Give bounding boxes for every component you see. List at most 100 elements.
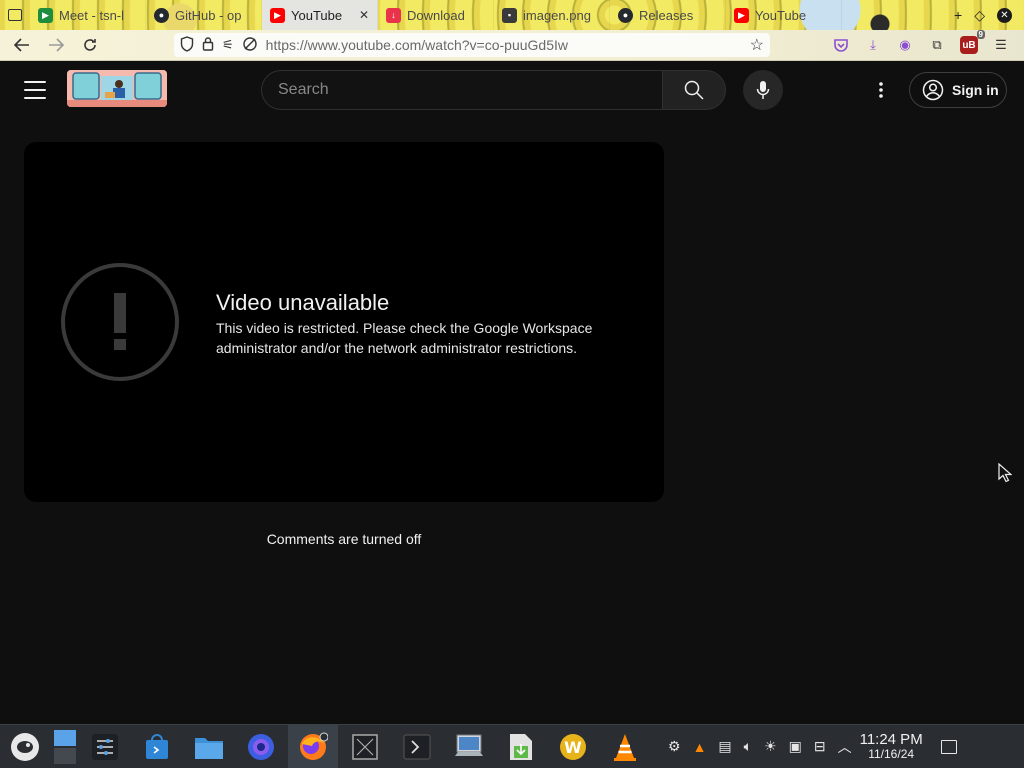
storage-device-icon[interactable]: ▣	[789, 738, 802, 755]
tab-imagen[interactable]: ▪ imagen.png	[494, 0, 610, 30]
settings-sliders-icon	[92, 733, 118, 760]
crop-screen-icon	[352, 733, 378, 760]
image-icon: ▪	[502, 7, 517, 23]
system-monitor-launcher[interactable]	[444, 725, 494, 768]
svg-text:W: W	[564, 738, 582, 757]
screenshot-tool-launcher[interactable]	[340, 725, 390, 768]
firefox-developer-icon	[248, 733, 274, 760]
opensuse-logo-icon	[11, 732, 39, 761]
system-settings-launcher[interactable]	[80, 725, 130, 768]
folder-icon	[195, 737, 223, 759]
tab-releases[interactable]: ● Releases	[610, 0, 726, 30]
tab-youtube-2[interactable]: ▶ YouTube	[726, 0, 842, 30]
taskbar: W ⚙ ▲ ▤ 🔈︎ ☀ ▣ ⊟ ︿ 11:24 PM 11/16/24	[0, 724, 1024, 768]
brightness-icon[interactable]: ☀	[764, 738, 777, 755]
url-bar[interactable]: ⚟ https://www.youtube.com/watch?v=co-puu…	[174, 33, 770, 57]
tab-github[interactable]: ● GitHub - op	[146, 0, 262, 30]
video-player[interactable]: Video unavailable This video is restrict…	[24, 142, 664, 502]
account-icon[interactable]: ◉	[896, 36, 914, 54]
navigation-bar: ⚟ https://www.youtube.com/watch?v=co-puu…	[0, 30, 1024, 61]
show-hidden-icons-chevron-icon[interactable]: ︿	[838, 737, 852, 757]
extensions-icon[interactable]: ⧉	[928, 36, 946, 54]
wps-office-launcher[interactable]: W	[548, 725, 598, 768]
firefox-developer-launcher[interactable]	[236, 725, 286, 768]
new-tab-button[interactable]: +	[954, 7, 962, 23]
tab-label: YouTube	[291, 7, 343, 23]
forward-button[interactable]	[42, 33, 70, 57]
package-install-icon	[510, 733, 532, 760]
comments-status: Comments are turned off	[266, 531, 422, 547]
virtual-desktop-pager[interactable]	[52, 725, 78, 768]
lock-icon[interactable]	[202, 36, 214, 54]
url-text[interactable]: https://www.youtube.com/watch?v=co-puuGd…	[266, 37, 742, 53]
desktop-2[interactable]	[54, 747, 76, 764]
terminal-launcher[interactable]	[392, 725, 442, 768]
digital-clock[interactable]: 11:24 PM 11/16/24	[860, 732, 923, 760]
computer-monitor-icon	[455, 734, 483, 756]
shopping-bag-icon	[146, 733, 168, 759]
reload-button[interactable]	[76, 33, 104, 57]
ublock-origin-icon[interactable]: uB 9	[960, 30, 985, 54]
back-arrow-icon	[14, 38, 29, 52]
list-all-tabs-icon[interactable]: ◇	[974, 7, 985, 24]
tab-list-button[interactable]	[0, 0, 30, 30]
close-tab-icon[interactable]: ✕	[359, 8, 369, 22]
search-input[interactable]: Search	[261, 70, 663, 110]
tab-label: Meet - tsn-l	[59, 7, 125, 23]
archive-manager-launcher[interactable]	[496, 725, 546, 768]
volume-muted-icon[interactable]: 🔈︎	[744, 738, 752, 755]
app-launcher-button[interactable]	[0, 725, 50, 768]
kde-connect-icon[interactable]: ⚙	[668, 738, 681, 755]
error-message: This video is restricted. Please check t…	[216, 320, 593, 356]
firefox-launcher[interactable]	[288, 724, 338, 768]
voice-search-button[interactable]	[743, 70, 783, 110]
search-button[interactable]	[662, 70, 726, 110]
vlc-cone-icon	[614, 733, 636, 761]
clock-date: 11/16/24	[868, 747, 915, 762]
tracking-blocked-icon[interactable]	[242, 36, 258, 55]
close-window-icon[interactable]: ✕	[997, 7, 1012, 23]
network-icon[interactable]: ⊟	[814, 738, 826, 755]
youtube-doodle-logo[interactable]	[67, 70, 167, 107]
youtube-icon: ▶	[734, 7, 749, 23]
pocket-icon[interactable]	[832, 36, 850, 54]
clipboard-icon[interactable]: ▤	[718, 738, 731, 755]
browser-tab-strip: ▶ Meet - tsn-l ● GitHub - op ▶ YouTube ✕…	[0, 0, 1024, 30]
discover-store-launcher[interactable]	[132, 725, 182, 768]
tab-download[interactable]: ↓ Download	[378, 0, 494, 30]
youtube-icon: ▶	[270, 7, 285, 23]
mouse-pointer-icon	[998, 463, 1012, 483]
guide-menu-button[interactable]	[24, 81, 46, 99]
bookmark-star-icon[interactable]: ☆	[750, 35, 764, 55]
tab-label: YouTube	[755, 7, 807, 23]
google-meet-icon: ▶	[38, 7, 53, 23]
more-vert-icon	[879, 82, 883, 98]
terminal-icon	[403, 734, 431, 759]
error-title: Video unavailable	[216, 290, 390, 315]
github-icon: ●	[618, 7, 633, 23]
vlc-tray-icon[interactable]: ▲	[693, 739, 707, 755]
sign-in-button[interactable]: Sign in	[909, 72, 1007, 108]
desktop-1[interactable]	[54, 729, 76, 746]
reload-icon	[84, 39, 96, 51]
error-exclamation-icon	[61, 263, 179, 381]
shield-icon[interactable]	[180, 35, 194, 55]
settings-menu-button[interactable]	[870, 78, 892, 102]
writer-w-icon: W	[560, 733, 586, 760]
vlc-launcher[interactable]	[600, 725, 650, 768]
downloads-icon[interactable]: ⤓	[864, 36, 882, 54]
github-icon: ●	[154, 7, 169, 23]
forward-arrow-icon	[49, 38, 64, 52]
menu-icon[interactable]: ☰	[992, 36, 1010, 54]
permissions-icon[interactable]: ⚟	[222, 37, 234, 53]
tab-label: GitHub - op	[175, 7, 242, 23]
download-icon: ↓	[386, 7, 401, 23]
tab-meet[interactable]: ▶ Meet - tsn-l	[30, 0, 146, 30]
show-desktop-button[interactable]	[940, 739, 957, 754]
tab-youtube-active[interactable]: ▶ YouTube ✕	[262, 0, 378, 30]
account-circle-icon	[922, 79, 944, 101]
microphone-icon	[756, 81, 770, 99]
file-manager-launcher[interactable]	[184, 725, 234, 768]
ublock-badge: 9	[976, 30, 985, 39]
back-button[interactable]	[8, 33, 36, 57]
